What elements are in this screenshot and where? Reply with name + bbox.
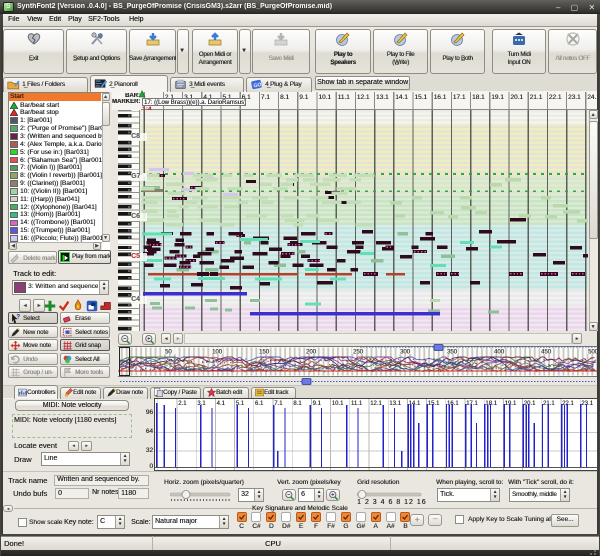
svg-text:14.1: 14.1 (395, 94, 408, 101)
svg-text:12.1: 12.1 (357, 94, 370, 101)
svg-text:23.1: 23.1 (568, 94, 581, 101)
svg-text:GO!: GO! (253, 82, 263, 90)
svg-text:3.1: 3.1 (197, 401, 206, 407)
svg-text:2.1: 2.1 (178, 401, 187, 407)
svg-text:17.1: 17.1 (453, 94, 466, 101)
svg-text:12.1: 12.1 (370, 401, 382, 407)
svg-text:13.1: 13.1 (389, 401, 401, 407)
svg-text:6.1: 6.1 (255, 401, 264, 407)
svg-text:21.1: 21.1 (530, 94, 543, 101)
svg-text:?: ? (16, 314, 20, 321)
svg-text:16.1: 16.1 (434, 94, 447, 101)
svg-text:18.1: 18.1 (472, 94, 485, 101)
svg-text:150: 150 (259, 350, 270, 356)
svg-text:21.1: 21.1 (543, 401, 555, 407)
svg-text:24.1: 24.1 (587, 94, 597, 101)
svg-text:9.1: 9.1 (313, 401, 322, 407)
svg-text:15.1: 15.1 (414, 94, 427, 101)
svg-text:4.1: 4.1 (217, 401, 226, 407)
svg-text:19.1: 19.1 (491, 94, 504, 101)
svg-text:9.1: 9.1 (299, 94, 308, 101)
svg-text:10.1: 10.1 (318, 94, 331, 101)
svg-text:7.1: 7.1 (261, 94, 270, 101)
svg-text:100: 100 (212, 350, 223, 356)
svg-text:11.1: 11.1 (351, 401, 363, 407)
svg-text:7.1: 7.1 (274, 401, 283, 407)
svg-text:20.1: 20.1 (510, 94, 523, 101)
svg-text:200: 200 (306, 350, 317, 356)
svg-text:8.1: 8.1 (280, 94, 289, 101)
svg-text:10.1: 10.1 (332, 401, 344, 407)
svg-text:50: 50 (165, 350, 172, 356)
svg-text:15.1: 15.1 (428, 401, 440, 407)
svg-text:11.1: 11.1 (338, 94, 351, 101)
svg-text:17.1: 17.1 (466, 401, 478, 407)
svg-text:13.1: 13.1 (376, 94, 389, 101)
svg-text:19.1: 19.1 (505, 401, 517, 407)
svg-text:22.1: 22.1 (549, 94, 562, 101)
svg-text:23.1: 23.1 (581, 401, 593, 407)
svg-text:8.1: 8.1 (293, 401, 302, 407)
